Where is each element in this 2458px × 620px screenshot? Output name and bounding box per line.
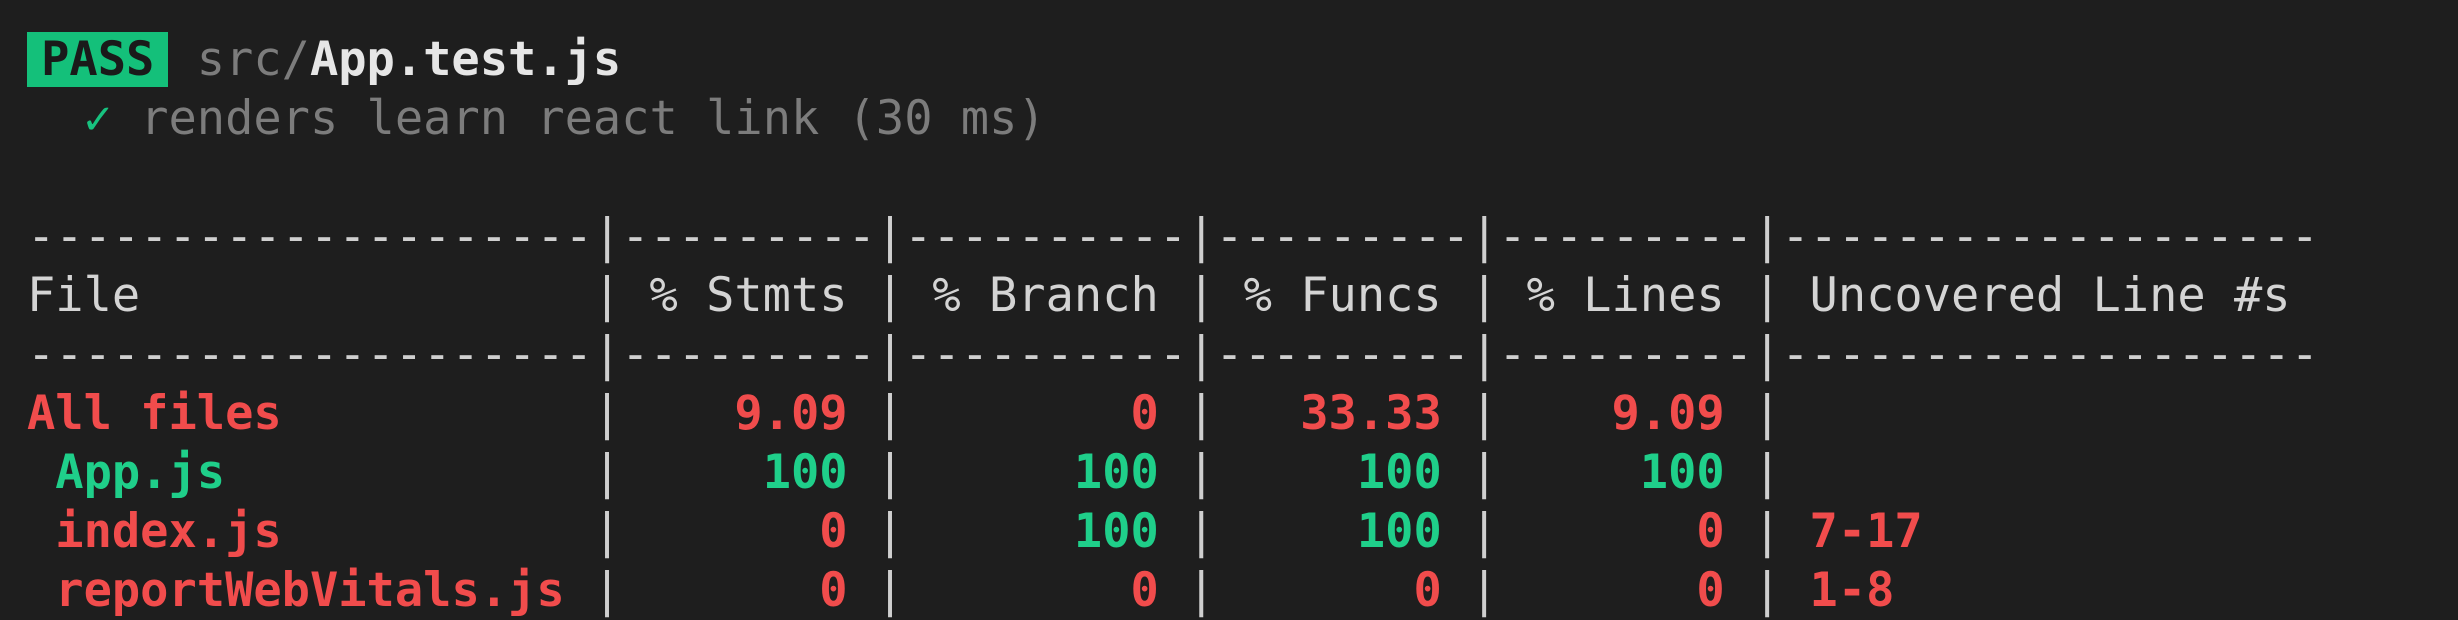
cell-file: App.js (27, 445, 226, 500)
column-divider: | (875, 268, 905, 323)
dash-rule: --------- (1498, 327, 1754, 382)
column-divider: | (1187, 327, 1216, 382)
pass-badge: PASS (27, 32, 169, 87)
dash-rule: --------- (1215, 209, 1471, 264)
column-divider: | (875, 327, 905, 382)
dash-rule: --------- (621, 327, 876, 382)
coverage-row: reportWebVitals.js | 0 | 0 | 0 | 0 | 1-8 (27, 561, 2319, 620)
test-path-file: App.test.js (309, 32, 622, 87)
coverage-row: index.js | 0 | 100 | 100 | 0 | 7-17 (27, 502, 2319, 561)
column-divider: | (592, 209, 622, 264)
cell-file: All files (27, 386, 282, 441)
dash-rule: --------- (621, 209, 876, 264)
column-divider: | (1470, 563, 1499, 618)
column-divider: | (1752, 268, 1782, 323)
cell-lines: 9.09 (1611, 386, 1725, 441)
column-divider: | (592, 504, 622, 559)
column-divider: | (1752, 386, 1782, 441)
header-uncovered: Uncovered Line #s (1809, 268, 2291, 323)
column-divider: | (875, 504, 905, 559)
header-stmts: % Stmts (649, 268, 848, 323)
cell-stmts: 0 (819, 563, 848, 618)
column-divider: | (592, 386, 622, 441)
column-divider: | (1752, 504, 1782, 559)
column-divider: | (1470, 386, 1499, 441)
cell-funcs: 0 (1413, 563, 1442, 618)
dash-rule: -------------------- (27, 209, 593, 264)
dash-rule: -------------------- (27, 327, 593, 382)
column-divider: | (592, 327, 622, 382)
column-divider: | (1187, 386, 1216, 441)
cell-file: reportWebVitals.js (27, 563, 565, 618)
cell-funcs: 33.33 (1300, 386, 1442, 441)
dash-rule: ---------- (904, 327, 1188, 382)
terminal-output: PASS src/App.test.js ✓ renders learn rea… (27, 30, 2319, 620)
column-divider: | (875, 445, 905, 500)
dash-rule: --------- (1215, 327, 1471, 382)
cell-branch: 0 (1130, 563, 1159, 618)
column-divider: | (1187, 504, 1216, 559)
test-file-result: PASS src/App.test.js (27, 30, 2319, 89)
cell-funcs: 100 (1356, 504, 1442, 559)
column-divider: | (1470, 445, 1499, 500)
cell-stmts: 0 (819, 504, 848, 559)
column-divider: | (592, 563, 622, 618)
column-divider: | (875, 209, 905, 264)
cell-lines: 100 (1639, 445, 1725, 500)
cell-branch: 0 (1130, 386, 1159, 441)
column-divider: | (875, 563, 905, 618)
column-divider: | (1187, 563, 1216, 618)
column-divider: | (1470, 504, 1499, 559)
dash-rule: ------------------- (1781, 327, 2319, 382)
test-case: ✓ renders learn react link (30 ms) (27, 89, 2319, 148)
coverage-table-body: All files | 9.09 | 0 | 33.33 | 9.09 | App.js | 100 |… (27, 384, 2319, 620)
dash-rule: --------- (1498, 209, 1754, 264)
coverage-row: App.js | 100 | 100 | 100 | 100 | (27, 443, 2319, 502)
table-separator-top: --------------------|---------|---------… (27, 207, 2319, 266)
cell-funcs: 100 (1356, 445, 1442, 500)
coverage-table-header: File | % Stmts | % Branch | % Funcs | % Lines | Un… (27, 266, 2319, 325)
column-divider: | (1470, 327, 1499, 382)
column-divider: | (592, 445, 622, 500)
cell-lines: 0 (1696, 563, 1725, 618)
check-icon: ✓ (83, 91, 112, 146)
header-branch: % Branch (932, 268, 1159, 323)
cell-file: index.js (27, 504, 282, 559)
coverage-row: All files | 9.09 | 0 | 33.33 | 9.09 | (27, 384, 2319, 443)
header-lines: % Lines (1526, 268, 1725, 323)
cell-lines: 0 (1696, 504, 1725, 559)
column-divider: | (1753, 209, 1782, 264)
column-divider: | (1187, 268, 1216, 323)
column-divider: | (1752, 563, 1782, 618)
column-divider: | (1753, 327, 1782, 382)
column-divider: | (875, 386, 905, 441)
cell-branch: 100 (1073, 504, 1159, 559)
column-divider: | (1470, 209, 1499, 264)
table-separator-mid: --------------------|---------|---------… (27, 325, 2319, 384)
cell-stmts: 9.09 (734, 386, 848, 441)
cell-uncovered: 7-17 (1809, 504, 1923, 559)
dash-rule: ---------- (904, 209, 1188, 264)
dash-rule: ------------------- (1781, 209, 2319, 264)
column-divider: | (592, 268, 622, 323)
header-funcs: % Funcs (1243, 268, 1442, 323)
test-path-dir: src/ (196, 32, 310, 87)
test-case-name: renders learn react link (30 ms) (140, 91, 1046, 146)
column-divider: | (1470, 268, 1499, 323)
cell-branch: 100 (1073, 445, 1159, 500)
column-divider: | (1187, 445, 1216, 500)
column-divider: | (1752, 445, 1782, 500)
header-file: File (27, 268, 141, 323)
column-divider: | (1187, 209, 1216, 264)
cell-uncovered: 1-8 (1809, 563, 1895, 618)
cell-stmts: 100 (762, 445, 848, 500)
